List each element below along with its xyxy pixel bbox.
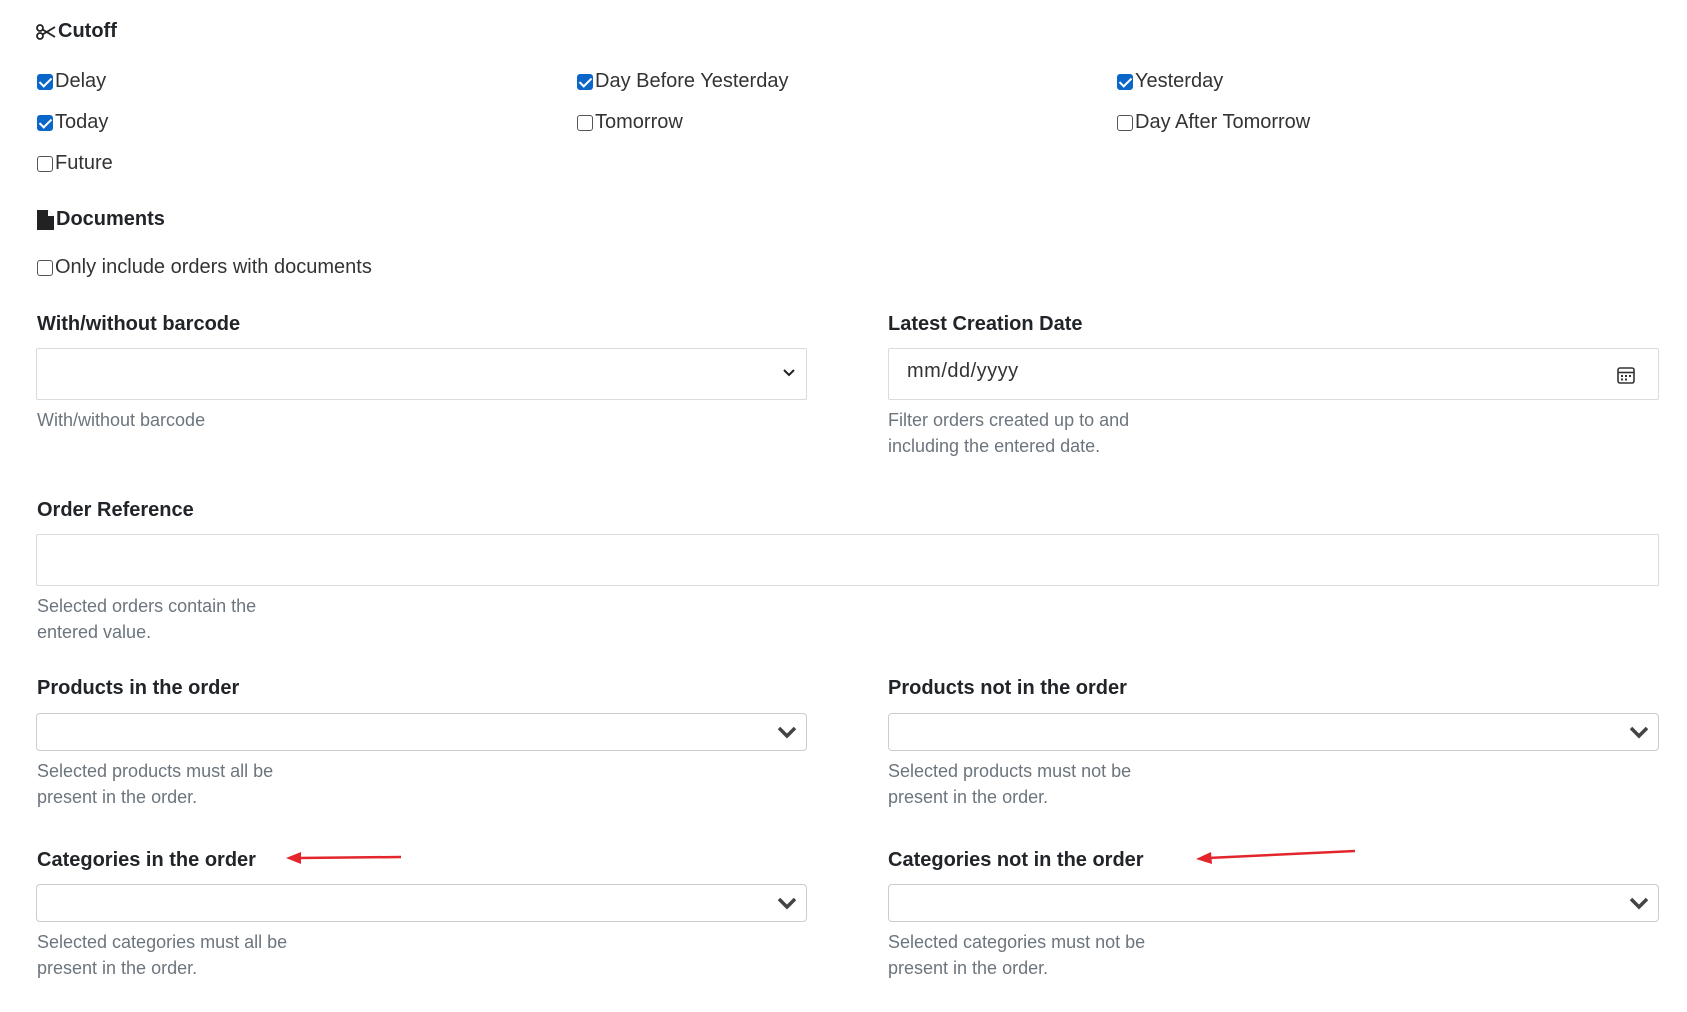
categories-not-in-label: Categories not in the order — [888, 849, 1144, 871]
chevron-down-icon — [1629, 897, 1649, 910]
help-line: present in the order. — [37, 787, 198, 807]
help-line: Selected categories must not be — [888, 932, 1146, 952]
products-in-help: Selected products must all be present in… — [37, 758, 273, 810]
checkbox-delay[interactable]: Delay — [37, 70, 106, 93]
checkbox-label: Delay — [55, 70, 107, 92]
help-line: Filter orders created up to and — [888, 410, 1130, 430]
checkbox-box[interactable] — [577, 114, 593, 131]
categories-in-label: Categories in the order — [37, 849, 256, 871]
creation-date-input[interactable]: mm/dd/yyyy — [888, 348, 1659, 400]
scissors-icon — [36, 23, 56, 40]
help-line: present in the order. — [888, 787, 1049, 807]
help-line: including the entered date. — [888, 436, 1101, 456]
categories-in-select[interactable] — [36, 884, 807, 922]
help-line: present in the order. — [37, 958, 198, 978]
cutoff-heading: Cutoff — [36, 20, 117, 43]
checkbox-today[interactable]: Today — [37, 111, 108, 134]
order-reference-label: Order Reference — [37, 499, 194, 521]
documents-heading: Documents — [37, 208, 165, 231]
products-in-label: Products in the order — [37, 677, 240, 699]
checkbox-tomorrow[interactable]: Tomorrow — [577, 111, 683, 134]
order-reference-input[interactable] — [36, 534, 1659, 586]
checkbox-box[interactable] — [37, 114, 53, 131]
products-not-in-select[interactable] — [888, 713, 1659, 751]
chevron-down-icon — [777, 897, 797, 910]
products-not-in-help: Selected products must not be present in… — [888, 758, 1131, 810]
products-not-in-label: Products not in the order — [888, 677, 1127, 699]
checkbox-box[interactable] — [37, 155, 53, 172]
file-icon — [37, 209, 54, 230]
checkbox-label: Tomorrow — [595, 111, 683, 133]
creation-date-help: Filter orders created up to and includin… — [888, 407, 1129, 459]
checkbox-label: Only include orders with documents — [55, 256, 372, 278]
checkbox-label: Day Before Yesterday — [595, 70, 789, 92]
order-reference-help: Selected orders contain the entered valu… — [37, 593, 256, 645]
help-line: Selected categories must all be — [37, 932, 288, 952]
checkbox-box[interactable] — [1117, 114, 1133, 131]
chevron-down-icon — [777, 726, 797, 739]
help-line: Selected products must not be — [888, 761, 1132, 781]
date-placeholder: mm/dd/yyyy — [907, 360, 1019, 382]
checkbox-day-after-tomorrow[interactable]: Day After Tomorrow — [1117, 111, 1310, 134]
chevron-down-icon — [1629, 726, 1649, 739]
barcode-label: With/without barcode — [37, 313, 241, 335]
barcode-select[interactable] — [36, 348, 807, 400]
documents-title: Documents — [56, 208, 165, 230]
checkbox-box[interactable] — [37, 259, 53, 276]
checkbox-label: Day After Tomorrow — [1135, 111, 1311, 133]
chevron-down-icon — [783, 369, 795, 377]
help-line: present in the order. — [888, 958, 1049, 978]
annotation-arrow — [1196, 849, 1356, 864]
checkbox-future[interactable]: Future — [37, 152, 113, 175]
categories-in-help: Selected categories must all be present … — [37, 929, 287, 981]
checkbox-label: Today — [55, 111, 109, 133]
checkbox-yesterday[interactable]: Yesterday — [1117, 70, 1223, 93]
products-in-select[interactable] — [36, 713, 807, 751]
calendar-icon[interactable] — [1616, 365, 1636, 385]
checkbox-label: Yesterday — [1135, 70, 1224, 92]
categories-not-in-select[interactable] — [888, 884, 1659, 922]
help-line: Selected orders contain the — [37, 596, 257, 616]
checkbox-box[interactable] — [1117, 73, 1133, 90]
creation-date-label: Latest Creation Date — [888, 313, 1083, 335]
help-line: Selected products must all be — [37, 761, 274, 781]
barcode-help: With/without barcode — [37, 410, 206, 430]
checkbox-only-with-documents[interactable]: Only include orders with documents — [37, 256, 372, 279]
help-line: entered value. — [37, 622, 152, 642]
checkbox-box[interactable] — [577, 73, 593, 90]
cutoff-title: Cutoff — [58, 20, 117, 42]
checkbox-label: Future — [55, 152, 113, 174]
categories-not-in-help: Selected categories must not be present … — [888, 929, 1145, 981]
checkbox-box[interactable] — [37, 73, 53, 90]
annotation-arrow — [286, 852, 402, 864]
checkbox-day-before-yesterday[interactable]: Day Before Yesterday — [577, 70, 788, 93]
